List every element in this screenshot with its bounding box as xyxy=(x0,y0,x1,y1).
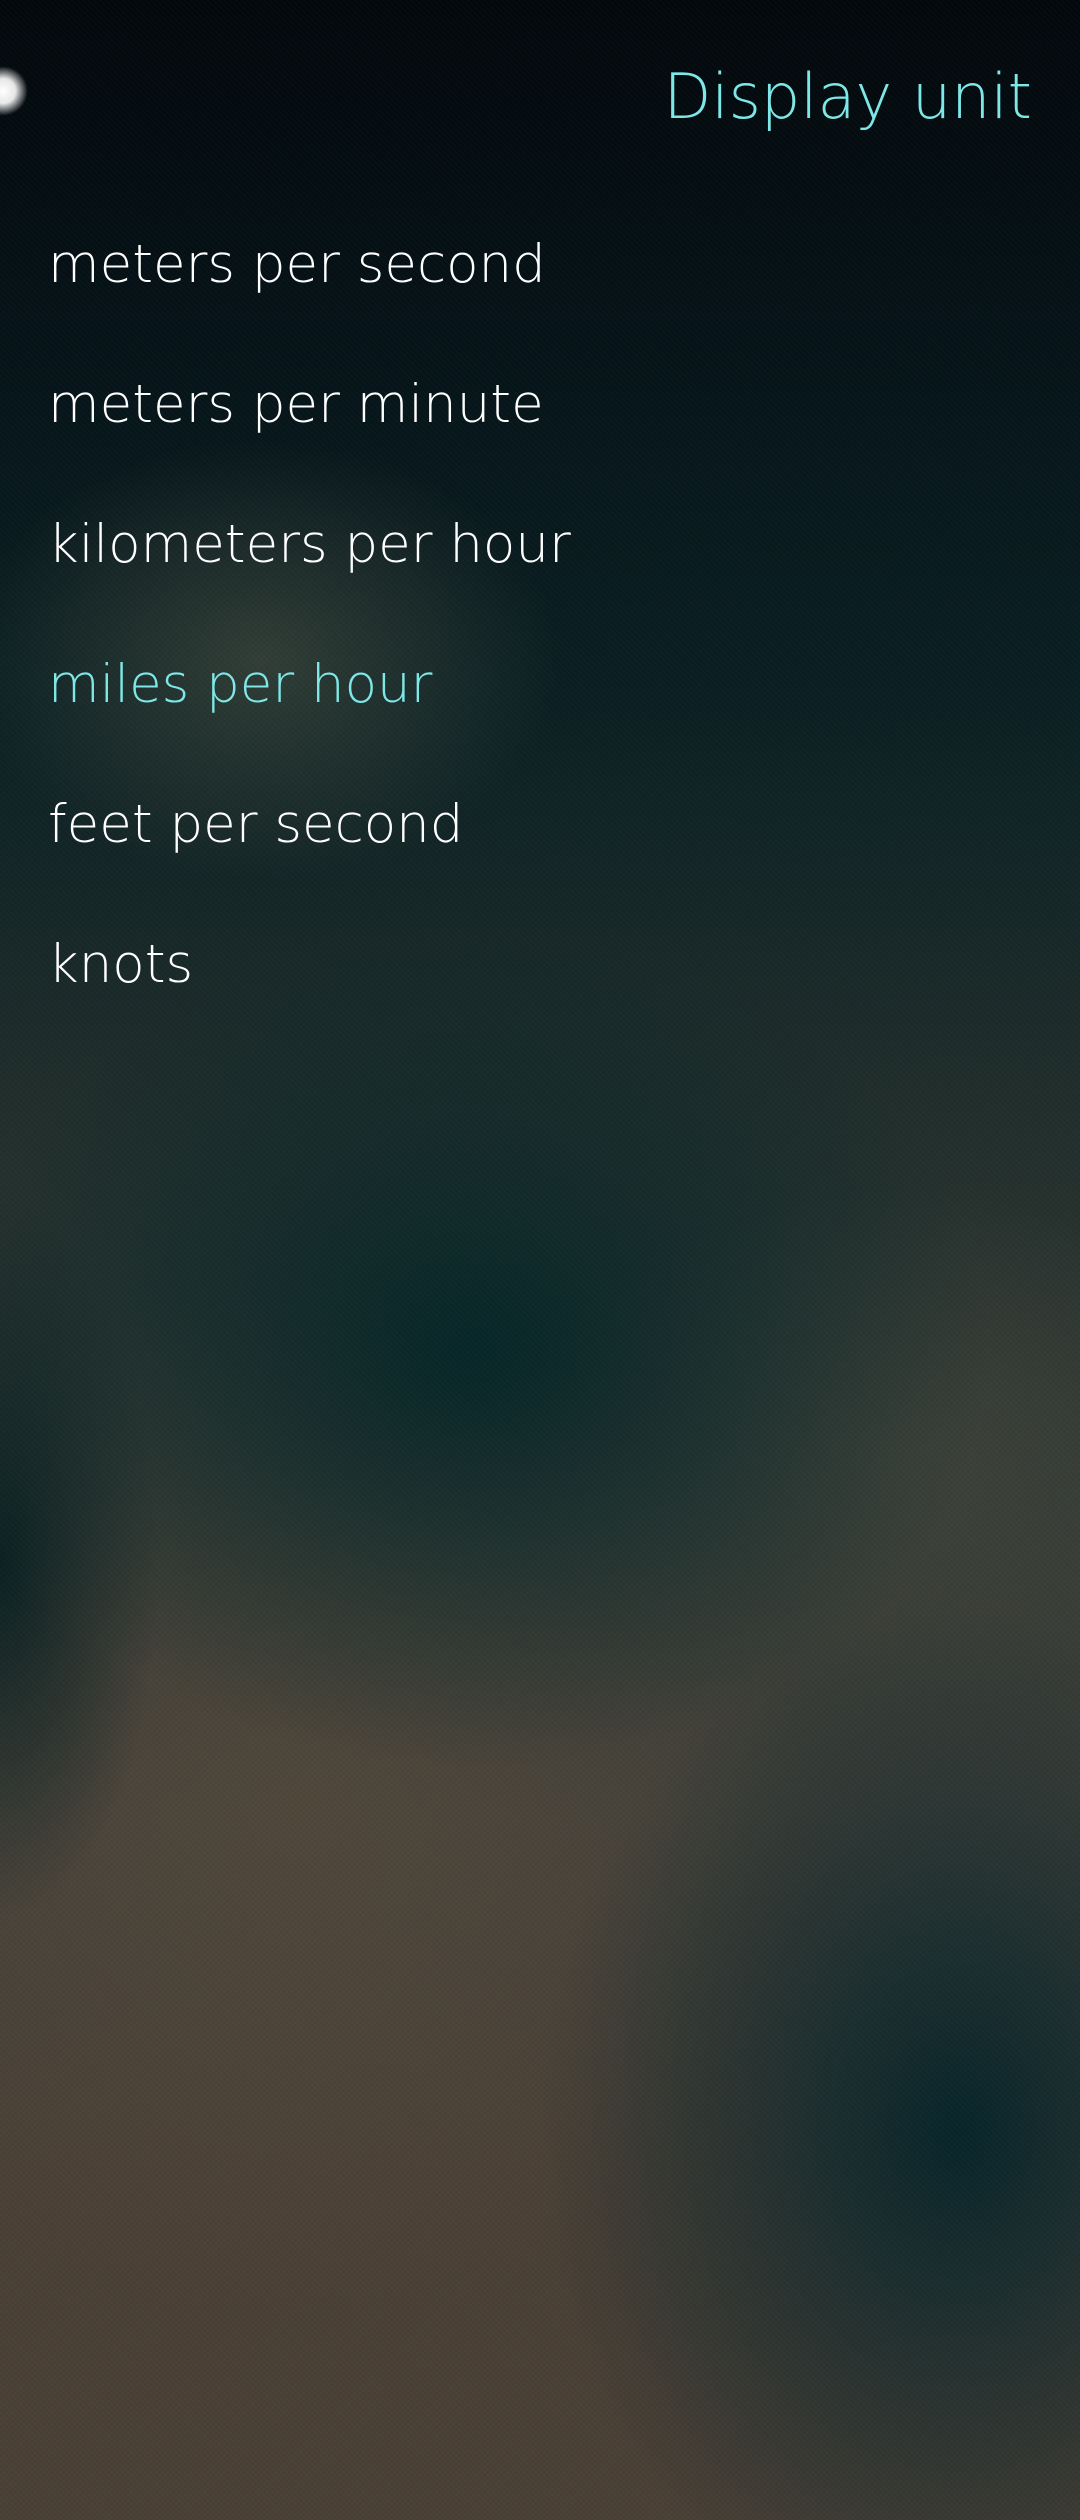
page-title: Display unit xyxy=(663,60,1032,133)
option-feet-per-second[interactable]: feet per second xyxy=(0,754,1080,894)
unit-options-list: meters per second meters per minute kilo… xyxy=(0,194,1080,1034)
option-meters-per-second[interactable]: meters per second xyxy=(0,194,1080,334)
option-knots[interactable]: knots xyxy=(0,894,1080,1034)
option-kilometers-per-hour[interactable]: kilometers per hour xyxy=(0,474,1080,614)
option-meters-per-minute[interactable]: meters per minute xyxy=(0,334,1080,474)
option-miles-per-hour[interactable]: miles per hour xyxy=(0,614,1080,754)
